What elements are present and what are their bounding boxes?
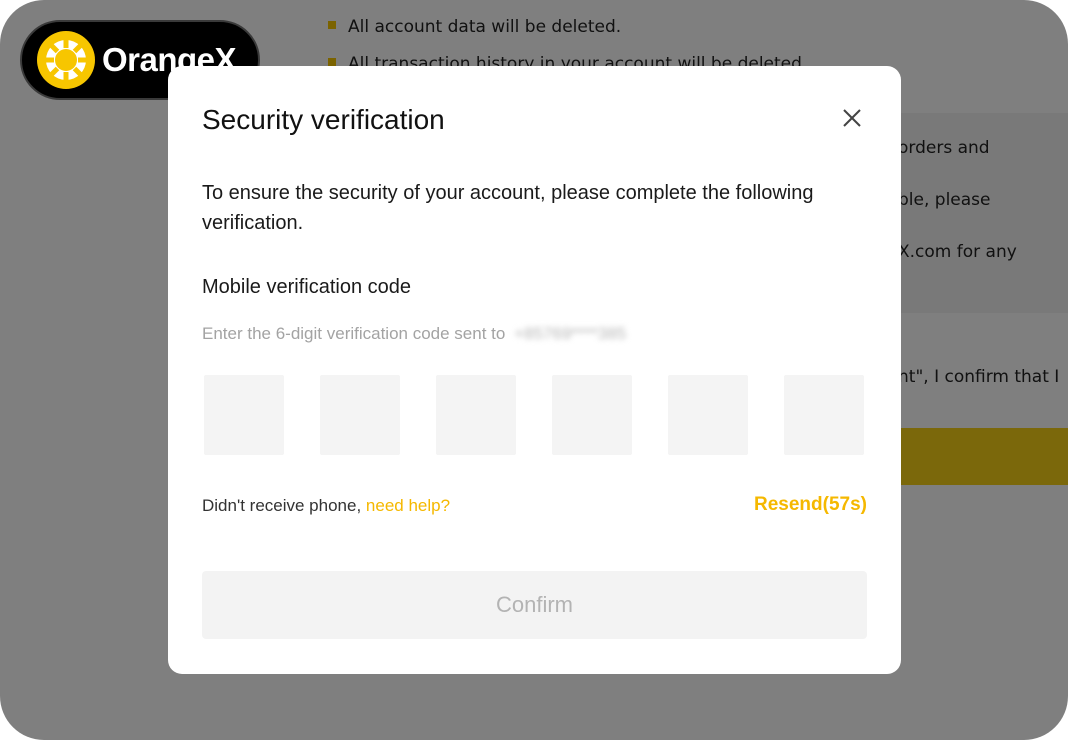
masked-phone-number: +85769****385 — [514, 324, 627, 343]
code-digit-input[interactable] — [552, 375, 632, 455]
need-help-link[interactable]: need help? — [366, 496, 450, 515]
verification-code-inputs — [204, 375, 864, 455]
code-digit-input[interactable] — [668, 375, 748, 455]
hint-text: Enter the 6-digit verification code sent… — [202, 324, 506, 343]
help-row: Didn't receive phone, need help? — [202, 496, 450, 516]
close-icon — [843, 109, 861, 127]
code-digit-input[interactable] — [320, 375, 400, 455]
orangex-logo-icon — [37, 31, 95, 89]
field-label: Mobile verification code — [202, 276, 411, 298]
confirm-button[interactable]: Confirm — [202, 571, 867, 639]
app-frame: All account data will be deleted. All tr… — [0, 0, 1068, 740]
dialog-description: To ensure the security of your account, … — [202, 182, 814, 234]
help-prefix: Didn't receive phone, — [202, 496, 362, 515]
code-digit-input[interactable] — [204, 375, 284, 455]
close-button[interactable] — [836, 102, 868, 134]
code-digit-input[interactable] — [784, 375, 864, 455]
security-verification-dialog: Security verification To ensure the secu… — [168, 66, 901, 674]
resend-code-button[interactable]: Resend(57s) — [754, 494, 867, 516]
code-digit-input[interactable] — [436, 375, 516, 455]
code-hint: Enter the 6-digit verification code sent… — [202, 324, 626, 344]
dialog-title: Security verification — [202, 104, 445, 135]
